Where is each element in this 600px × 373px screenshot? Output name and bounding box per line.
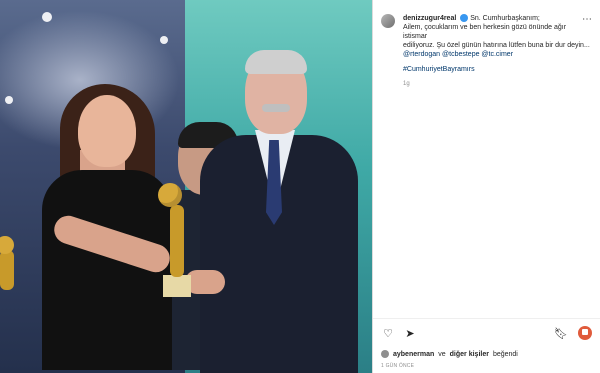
post-sidepanel: ⋯ denizzugur4real Sn. Cumhurbaşkanım; Ai… <box>372 0 600 373</box>
liker-username[interactable]: aybenerman <box>393 351 434 358</box>
likes-suffix: beğendi <box>492 350 518 358</box>
caption-line-1: Sn. Cumhurbaşkanım; <box>470 15 540 22</box>
caption-line-3: ediliyoruz. Şu özel günün hatırına lütfe… <box>403 42 590 49</box>
heart-icon[interactable]: ♡ <box>381 326 395 340</box>
trophy-base <box>163 275 191 297</box>
likes-and: ve <box>438 350 446 358</box>
avatar[interactable] <box>381 14 395 28</box>
man-hair <box>245 50 307 74</box>
light-spot <box>160 36 168 44</box>
divider <box>373 318 600 319</box>
caption-line-2: Ailem, çocuklarım ve ben herkesin gözü ö… <box>403 24 567 40</box>
post-caption: denizzugur4real Sn. Cumhurbaşkanım; Aile… <box>373 0 600 87</box>
man-moustache <box>262 104 290 112</box>
bookmark-icon[interactable]: 🔖︎ <box>554 326 568 340</box>
send-icon[interactable]: ➤ <box>403 326 417 340</box>
liker-avatar[interactable] <box>381 350 389 358</box>
username-link[interactable]: denizzugur4real <box>403 15 456 22</box>
trophy-body <box>170 205 184 277</box>
mentions[interactable]: @rterdogan @tcbestepe @tc.cimer <box>403 50 590 59</box>
trophy-globe <box>158 183 182 207</box>
stop-icon[interactable] <box>578 326 592 340</box>
post-time: 1g <box>403 81 410 87</box>
hashtag-link[interactable]: #CumhuriyetBayramırs <box>403 65 590 74</box>
post-modal: ⋯ denizzugur4real Sn. Cumhurbaşkanım; Ai… <box>0 0 600 373</box>
woman-face <box>78 95 136 167</box>
more-icon[interactable]: ⋯ <box>582 14 592 25</box>
post-image[interactable] <box>0 0 372 373</box>
light-spot <box>42 12 52 22</box>
likes-line: aybenerman ve diğer kişiler beğendi <box>381 350 518 358</box>
light-spot <box>5 96 13 104</box>
man-hand <box>185 270 225 294</box>
verified-badge-icon <box>460 14 469 23</box>
caption-text: denizzugur4real Sn. Cumhurbaşkanım; Aile… <box>403 14 590 89</box>
action-bar: ♡ ➤ 🔖︎ <box>373 322 600 344</box>
left-trophy <box>0 250 14 290</box>
post-date: 1 GÜN ÖNCE <box>381 363 415 369</box>
likes-others[interactable]: diğer kişiler <box>450 351 489 358</box>
